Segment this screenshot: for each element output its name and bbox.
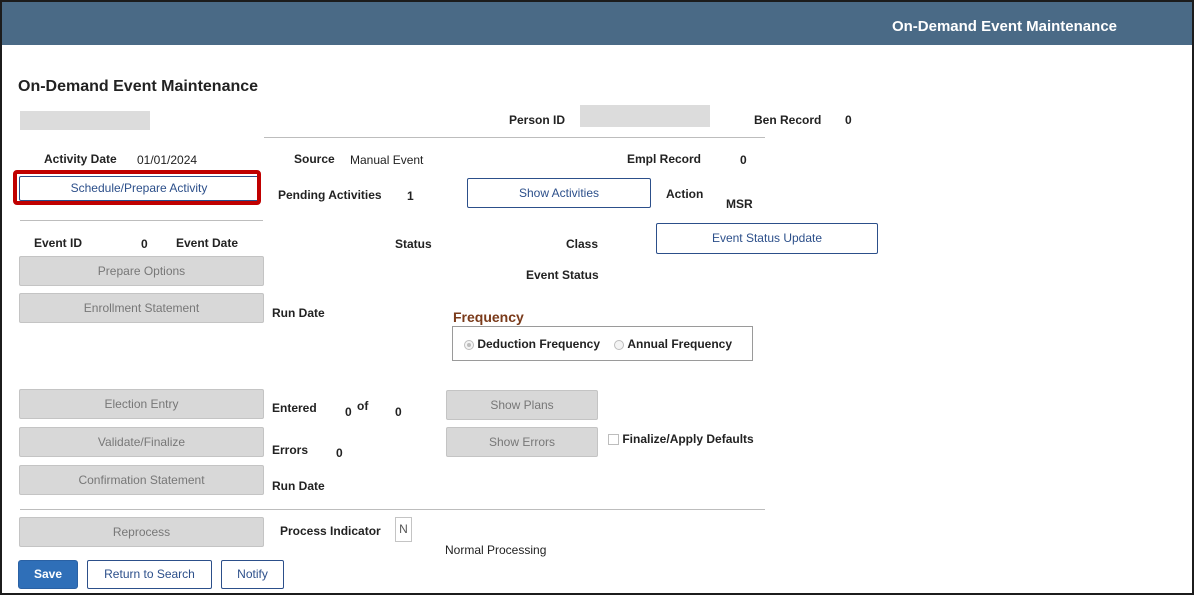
page-title: On-Demand Event Maintenance [18, 78, 259, 95]
header-bar: On-Demand Event Maintenance [2, 2, 1192, 45]
activity-date-value: 01/01/2024 [137, 153, 198, 167]
process-indicator-label: Process Indicator [280, 524, 381, 538]
of-value: 0 [395, 405, 402, 419]
event-date-label: Event Date [176, 236, 239, 250]
ben-record-value: 0 [845, 113, 852, 127]
frequency-group: Deduction Frequency Annual Frequency [452, 326, 753, 361]
header-title: On-Demand Event Maintenance [891, 18, 1117, 35]
person-name-field [20, 111, 150, 130]
person-id-field [580, 105, 710, 127]
entered-value: 0 [345, 405, 352, 419]
event-status-label: Event Status [526, 268, 599, 282]
reprocess-button[interactable]: Reprocess [19, 517, 264, 547]
activity-date-label: Activity Date [44, 152, 117, 166]
errors-value: 0 [336, 446, 343, 460]
entered-label: Entered [272, 401, 317, 415]
ben-record-label: Ben Record [754, 113, 822, 127]
show-errors-button[interactable]: Show Errors [446, 427, 598, 457]
status-label: Status [395, 237, 432, 251]
run-date-label-2: Run Date [272, 479, 325, 493]
notify-button[interactable]: Notify [221, 560, 284, 589]
deduction-frequency-radio[interactable] [464, 339, 474, 350]
event-id-value: 0 [141, 237, 148, 251]
pending-activities-value: 1 [407, 189, 414, 203]
empl-record-label: Empl Record [627, 152, 702, 166]
person-id-label: Person ID [509, 113, 566, 127]
event-status-update-button[interactable]: Event Status Update [656, 223, 878, 254]
divider [264, 137, 765, 138]
deduction-frequency-label: Deduction Frequency [477, 337, 601, 351]
class-label: Class [566, 237, 599, 251]
finalize-defaults-option[interactable]: Finalize/Apply Defaults [608, 432, 754, 446]
annual-frequency-option[interactable]: Annual Frequency [614, 337, 732, 351]
validate-finalize-button[interactable]: Validate/Finalize [19, 427, 264, 457]
event-id-label: Event ID [34, 236, 83, 250]
errors-label: Errors [272, 443, 309, 457]
prepare-options-button[interactable]: Prepare Options [19, 256, 264, 286]
source-value: Manual Event [350, 153, 424, 167]
empl-record-value: 0 [740, 153, 747, 167]
pending-activities-label: Pending Activities [278, 188, 382, 202]
show-plans-button[interactable]: Show Plans [446, 390, 598, 420]
action-label: Action [666, 187, 704, 201]
confirmation-statement-button[interactable]: Confirmation Statement [19, 465, 264, 495]
annual-frequency-label: Annual Frequency [627, 337, 733, 351]
finalize-defaults-label: Finalize/Apply Defaults [622, 432, 754, 446]
enrollment-statement-button[interactable]: Enrollment Statement [19, 293, 264, 323]
show-activities-button[interactable]: Show Activities [467, 178, 651, 208]
divider [20, 509, 765, 510]
process-description: Normal Processing [445, 543, 547, 557]
election-entry-button[interactable]: Election Entry [19, 389, 264, 419]
finalize-defaults-checkbox[interactable] [608, 434, 619, 446]
save-button[interactable]: Save [18, 560, 78, 589]
frequency-title: Frequency [453, 309, 524, 325]
run-date-label: Run Date [272, 306, 325, 320]
return-to-search-button[interactable]: Return to Search [87, 560, 212, 589]
process-indicator-field[interactable]: N [395, 517, 412, 542]
of-label: of [357, 399, 369, 413]
action-value: MSR [726, 197, 753, 211]
source-label: Source [294, 152, 335, 166]
annual-frequency-radio[interactable] [614, 339, 624, 350]
deduction-frequency-option[interactable]: Deduction Frequency [464, 337, 600, 351]
highlight-box [13, 170, 261, 205]
divider [20, 220, 263, 221]
